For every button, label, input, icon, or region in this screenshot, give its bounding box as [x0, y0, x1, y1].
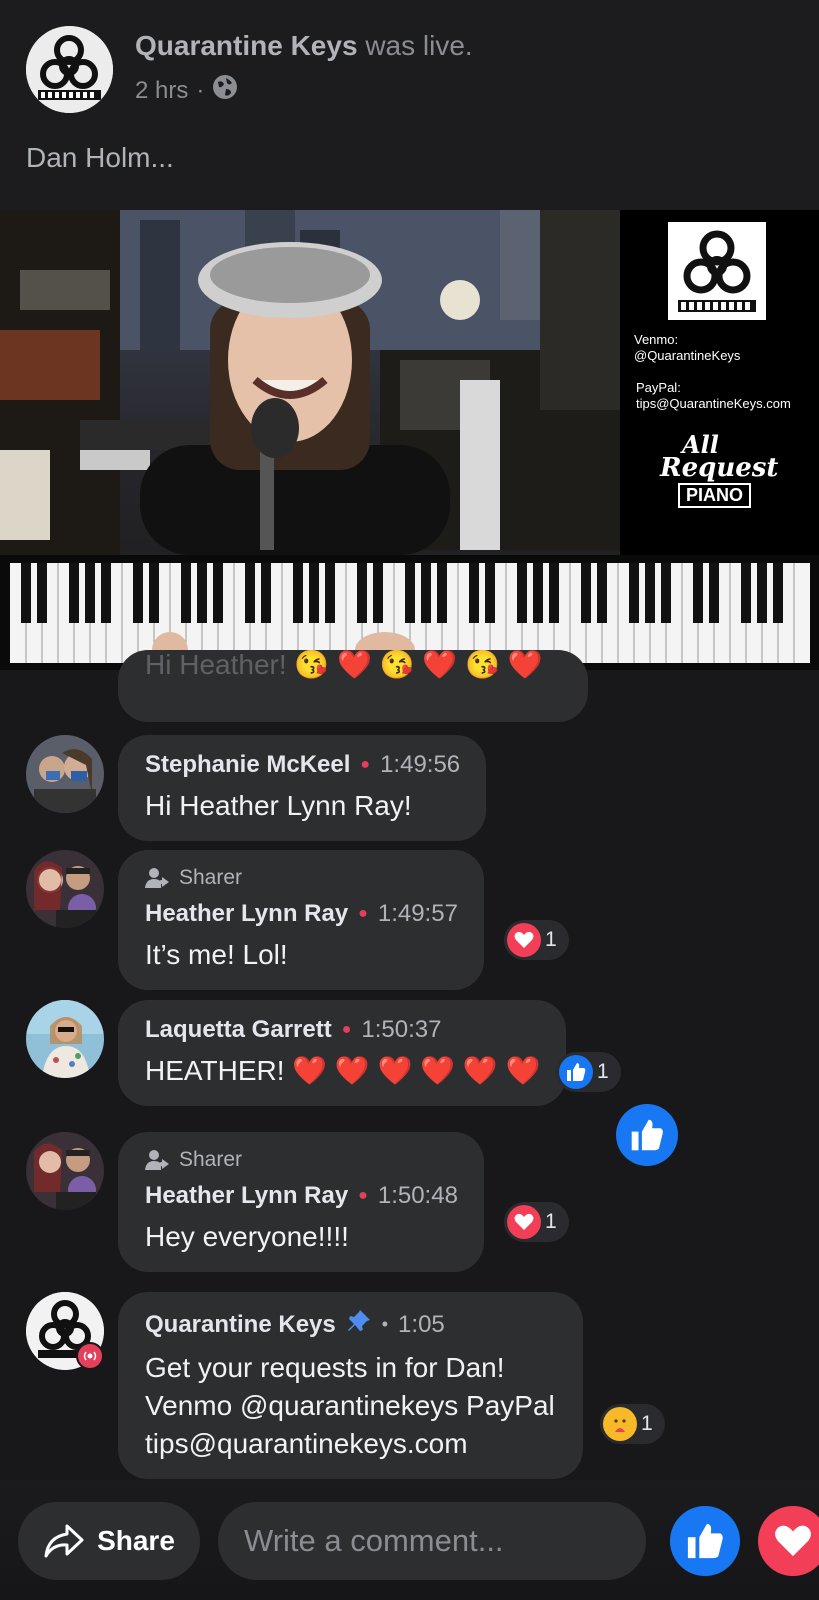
comment-meta: Laquetta Garrett ● 1:50:37 [145, 1016, 540, 1044]
sharer-badge: Sharer [145, 1148, 458, 1172]
post-title: Quarantine Keys was live. [135, 30, 473, 62]
post-text[interactable]: Dan Holm... [26, 142, 174, 174]
comment-bubble[interactable]: Quarantine Keys • 1:05 Get your requests… [118, 1292, 583, 1479]
comment-author[interactable]: Quarantine Keys [145, 1311, 336, 1339]
comment-time: 1:50:37 [361, 1016, 442, 1043]
paypal-email: tips@QuarantineKeys.com [636, 396, 791, 411]
comment-author[interactable]: Heather Lynn Ray [145, 1182, 348, 1210]
sharer-icon [145, 868, 169, 888]
live-dot: ● [358, 905, 368, 922]
reaction-count: 1 [641, 1412, 653, 1435]
avatar[interactable] [26, 1132, 104, 1210]
post-status: was live. [365, 30, 473, 61]
comment-text-line: tips@quarantinekeys.com [145, 1428, 468, 1459]
sharer-label: Sharer [179, 866, 243, 889]
comment-time: 1:05 [398, 1310, 445, 1338]
meta-dot: • [381, 1314, 389, 1334]
live-dot: ● [360, 756, 371, 773]
page-avatar[interactable] [26, 26, 113, 113]
reaction-summary[interactable]: 1 [556, 1052, 621, 1092]
venmo-handle: @QuarantineKeys [634, 348, 741, 363]
reaction-count: 1 [597, 1060, 609, 1083]
all-request-piano-logo: All Request PIANO [660, 430, 779, 530]
comment-meta: Heather Lynn Ray ● 1:50:48 [145, 1182, 458, 1210]
reaction-summary[interactable]: 1 [504, 1202, 569, 1242]
post-header: Quarantine Keys was live. 2 hrs · Dan Ho… [0, 0, 819, 210]
logo-line-piano: PIANO [678, 483, 752, 508]
biohazard-icon [26, 26, 113, 113]
avatar[interactable] [26, 850, 104, 928]
share-button[interactable]: Share [18, 1502, 200, 1580]
comment-author[interactable]: Stephanie McKeel [145, 751, 350, 779]
comment-bubble[interactable]: Stephanie McKeel ● 1:49:56 Hi Heather Ly… [118, 735, 487, 841]
comment-text-line: Get your requests in for Dan! [145, 1352, 505, 1383]
paypal-label: PayPal: [636, 380, 681, 395]
comment-time: 1:50:48 [377, 1182, 458, 1209]
logo-line-request: Request [660, 453, 779, 483]
pin-icon [346, 1308, 372, 1341]
comment-input[interactable] [218, 1502, 646, 1580]
comment-author[interactable]: Heather Lynn Ray [145, 900, 348, 928]
biohazard-logo [668, 222, 766, 320]
share-label: Share [97, 1525, 175, 1556]
live-dot: ● [358, 1187, 368, 1204]
comment-text: Hey everyone!!!! [145, 1221, 349, 1252]
comment-time: 1:49:57 [377, 900, 458, 927]
comment-bubble[interactable]: Laquetta Garrett ● 1:50:37 HEATHER! ❤️ ❤… [118, 1000, 567, 1106]
like-icon [559, 1055, 593, 1089]
comment-text-line: Venmo @quarantinekeys PayPal [145, 1390, 555, 1421]
sharer-label: Sharer [179, 1148, 243, 1171]
reaction-count: 1 [545, 1210, 557, 1233]
reaction-count: 1 [545, 928, 557, 951]
page-name-link[interactable]: Quarantine Keys [135, 30, 358, 61]
comment-time: 1:49:56 [380, 751, 461, 778]
meta-separator: · [196, 76, 205, 104]
like-icon [687, 1523, 723, 1559]
comment-meta: Stephanie McKeel ● 1:49:56 [145, 751, 460, 779]
comment-meta: Quarantine Keys • 1:05 [145, 1308, 555, 1341]
floating-like-icon [616, 1104, 678, 1166]
venmo-label: Venmo: [634, 332, 679, 347]
post-meta: 2 hrs · [135, 74, 238, 107]
sharer-badge: Sharer [145, 866, 458, 890]
sharer-icon [145, 1150, 169, 1170]
love-reaction-button[interactable] [758, 1506, 819, 1576]
comment-meta: Heather Lynn Ray ● 1:49:57 [145, 900, 458, 928]
globe-icon [212, 74, 238, 107]
live-broadcast-icon [76, 1342, 104, 1370]
avatar[interactable] [26, 1292, 104, 1370]
avatar[interactable] [26, 1000, 104, 1078]
like-reaction-button[interactable] [670, 1506, 740, 1576]
reaction-summary[interactable]: 1 [504, 920, 569, 960]
heart-icon [507, 1205, 541, 1239]
live-video[interactable]: Venmo: @QuarantineKeys PayPal: tips@Quar… [0, 210, 819, 670]
comment-text: HEATHER! ❤️ ❤️ ❤️ ❤️ ❤️ ❤️ [145, 1055, 541, 1086]
comment-text: Hi Heather Lynn Ray! [145, 790, 412, 821]
care-icon [603, 1407, 637, 1441]
comment-text: It’s me! Lol! [145, 939, 288, 970]
comment-author[interactable]: Laquetta Garrett [145, 1016, 332, 1044]
partial-comment-text: Hi Heather! 😘 ❤️ 😘 ❤️ 😘 ❤️ [145, 650, 543, 680]
comment-bubble[interactable]: Sharer Heather Lynn Ray ● 1:49:57 It’s m… [118, 850, 484, 990]
comment-composer-bar: Share [0, 1480, 819, 1600]
comment-bubble[interactable]: Sharer Heather Lynn Ray ● 1:50:48 Hey ev… [118, 1132, 484, 1272]
heart-icon [507, 923, 541, 957]
heart-icon [775, 1525, 811, 1557]
partial-comment-bubble: Hi Heather! 😘 ❤️ 😘 ❤️ 😘 ❤️ [118, 650, 588, 722]
reaction-summary[interactable]: 1 [600, 1404, 665, 1444]
avatar[interactable] [26, 735, 104, 813]
share-arrow-icon [44, 1524, 84, 1558]
post-age[interactable]: 2 hrs [135, 77, 188, 105]
live-dot: ● [341, 1021, 352, 1038]
